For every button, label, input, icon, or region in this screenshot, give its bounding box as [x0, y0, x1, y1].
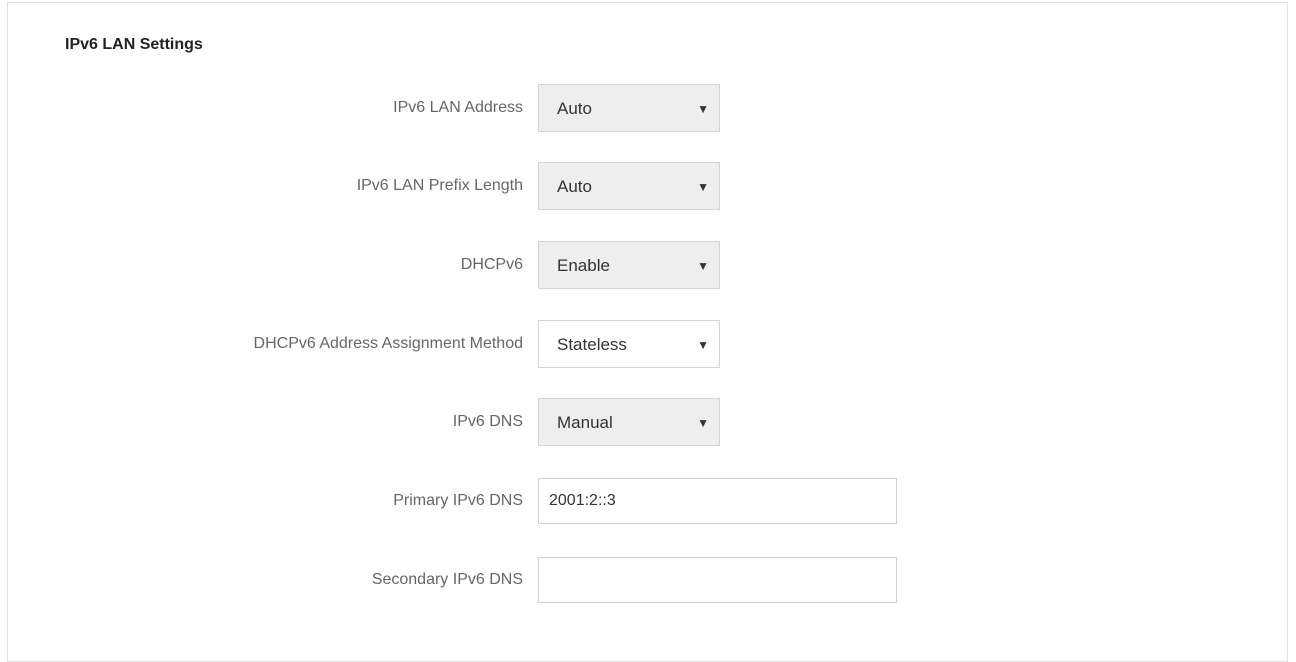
chevron-down-icon: ▼: [697, 416, 709, 430]
primary-ipv6-dns-label: Primary IPv6 DNS: [393, 492, 523, 509]
chevron-down-icon: ▼: [697, 180, 709, 194]
ipv6-lan-prefix-length-value: Auto: [557, 177, 592, 196]
ipv6-dns-value: Manual: [557, 413, 613, 432]
dhcpv6-row: DHCPv6 Enable ▼: [0, 241, 1296, 289]
ipv6-lan-prefix-length-row: IPv6 LAN Prefix Length Auto ▼: [0, 162, 1296, 210]
dhcpv6-label: DHCPv6: [460, 256, 523, 273]
section-title: IPv6 LAN Settings: [65, 36, 203, 53]
secondary-ipv6-dns-label: Secondary IPv6 DNS: [371, 571, 523, 588]
chevron-down-icon: ▼: [697, 102, 709, 116]
ipv6-lan-address-row: IPv6 LAN Address Auto ▼: [0, 84, 1296, 132]
primary-ipv6-dns-input[interactable]: [538, 478, 897, 524]
dhcpv6-select[interactable]: Enable ▼: [538, 241, 720, 289]
chevron-down-icon: ▼: [697, 259, 709, 273]
secondary-ipv6-dns-row: Secondary IPv6 DNS: [0, 557, 1296, 605]
ipv6-dns-row: IPv6 DNS Manual ▼: [0, 398, 1296, 446]
primary-ipv6-dns-row: Primary IPv6 DNS: [0, 478, 1296, 526]
ipv6-lan-prefix-length-label: IPv6 LAN Prefix Length: [356, 177, 523, 194]
dhcpv6-assignment-method-value: Stateless: [557, 335, 627, 354]
dhcpv6-assignment-method-label: DHCPv6 Address Assignment Method: [253, 335, 523, 352]
dhcpv6-value: Enable: [557, 256, 610, 275]
dhcpv6-assignment-method-select[interactable]: Stateless ▼: [538, 320, 720, 368]
chevron-down-icon: ▼: [697, 338, 709, 352]
ipv6-dns-select[interactable]: Manual ▼: [538, 398, 720, 446]
ipv6-lan-prefix-length-select[interactable]: Auto ▼: [538, 162, 720, 210]
ipv6-lan-address-value: Auto: [557, 99, 592, 118]
ipv6-dns-label: IPv6 DNS: [452, 413, 523, 430]
dhcpv6-assignment-method-row: DHCPv6 Address Assignment Method Statele…: [0, 320, 1296, 368]
ipv6-lan-address-select[interactable]: Auto ▼: [538, 84, 720, 132]
secondary-ipv6-dns-input[interactable]: [538, 557, 897, 603]
ipv6-lan-address-label: IPv6 LAN Address: [393, 99, 523, 116]
